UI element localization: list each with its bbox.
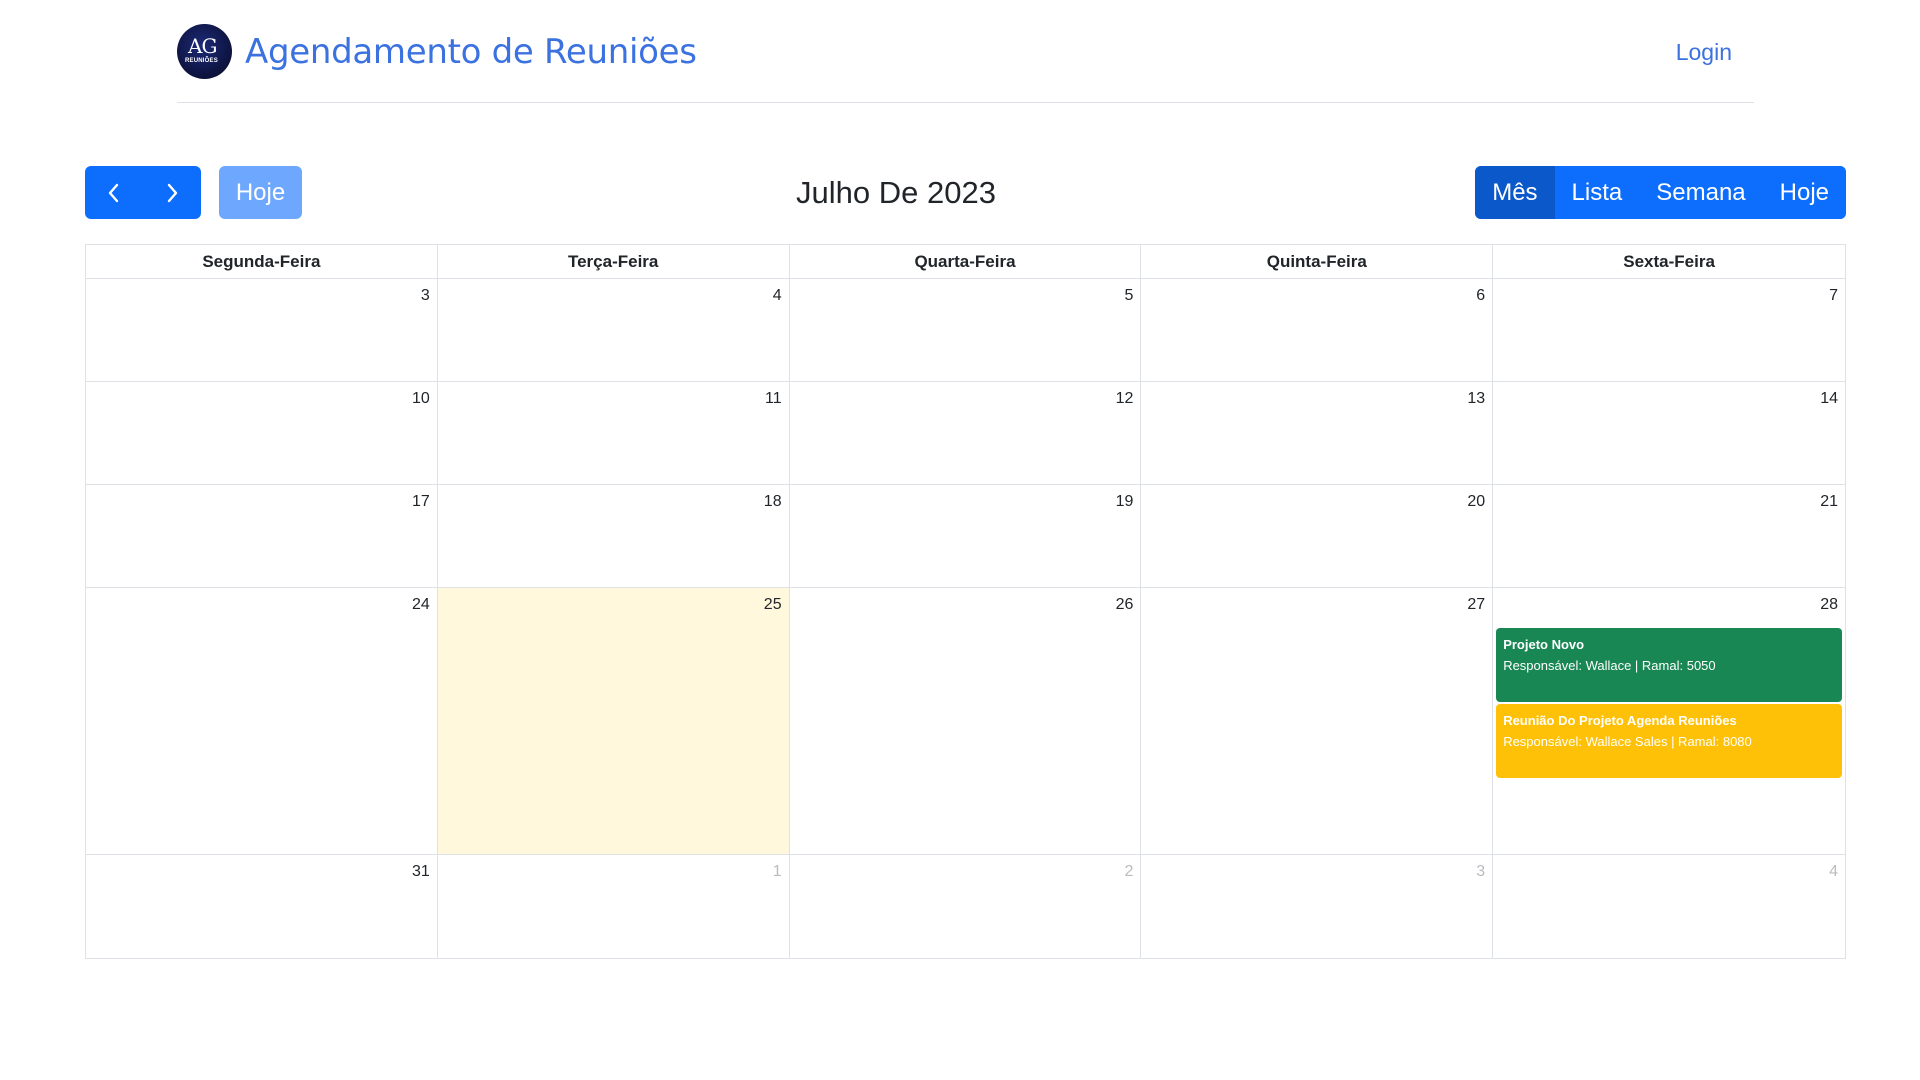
day-cell[interactable]: 18: [438, 485, 790, 587]
week-row: 31 1 2 3 4: [86, 855, 1845, 958]
day-number[interactable]: 4: [1829, 863, 1838, 881]
day-cell-other-month[interactable]: 1: [438, 855, 790, 958]
day-cell[interactable]: 14: [1493, 382, 1845, 484]
day-number[interactable]: 20: [1467, 493, 1485, 511]
day-cell[interactable]: 27: [1141, 588, 1494, 854]
day-cell[interactable]: 11: [438, 382, 790, 484]
day-number[interactable]: 27: [1467, 596, 1485, 614]
day-cell[interactable]: 13: [1141, 382, 1494, 484]
day-number[interactable]: 3: [1476, 863, 1485, 881]
event-projeto-novo[interactable]: Projeto Novo Responsável: Wallace | Rama…: [1496, 628, 1842, 702]
top-navbar: AG REUNIÕES Agendamento de Reuniões Logi…: [177, 22, 1754, 103]
day-cell[interactable]: 31: [86, 855, 438, 958]
day-number[interactable]: 11: [765, 390, 782, 408]
logo-subtext: REUNIÕES: [185, 58, 218, 64]
day-number[interactable]: 12: [1116, 390, 1134, 408]
day-number[interactable]: 31: [412, 863, 430, 881]
brand[interactable]: AG REUNIÕES Agendamento de Reuniões: [177, 24, 697, 79]
day-number[interactable]: 21: [1820, 493, 1838, 511]
weekday-header: Quarta-Feira: [790, 245, 1142, 278]
week-row: 24 25 26 27 28 Projeto Novo Responsável:…: [86, 588, 1845, 855]
event-title: Projeto Novo: [1503, 637, 1585, 652]
day-cell-other-month[interactable]: 2: [790, 855, 1142, 958]
day-number[interactable]: 18: [764, 493, 782, 511]
today-button[interactable]: Hoje: [219, 166, 302, 219]
day-cell[interactable]: 26: [790, 588, 1142, 854]
day-number[interactable]: 1: [773, 863, 782, 881]
day-number[interactable]: 26: [1116, 596, 1134, 614]
day-cell[interactable]: 4: [438, 279, 790, 381]
event-reuniao-projeto[interactable]: Reunião Do Projeto Agenda Reuniões Respo…: [1496, 704, 1842, 778]
day-cell[interactable]: 12: [790, 382, 1142, 484]
app-logo: AG REUNIÕES: [177, 24, 232, 79]
weekday-header: Terça-Feira: [438, 245, 790, 278]
weekday-header: Sexta-Feira: [1623, 252, 1715, 271]
view-month-button[interactable]: Mês: [1475, 166, 1555, 219]
day-cell[interactable]: 7: [1493, 279, 1845, 381]
day-cell[interactable]: 21: [1493, 485, 1845, 587]
login-link[interactable]: Login: [1676, 39, 1732, 66]
view-list-button[interactable]: Lista: [1554, 166, 1640, 219]
day-cell[interactable]: 17: [86, 485, 438, 587]
weekday-header: Quinta-Feira: [1141, 245, 1494, 278]
day-number[interactable]: 5: [1124, 287, 1133, 305]
view-day-button[interactable]: Hoje: [1762, 166, 1846, 219]
logo-initials: AG: [188, 34, 217, 58]
calendar-title: Julho De 2023: [796, 175, 996, 210]
event-description: Responsável: Wallace Sales | Ramal: 8080: [1503, 734, 1752, 749]
event-description: Responsável: Wallace | Ramal: 5050: [1503, 658, 1716, 673]
day-number[interactable]: 28: [1820, 596, 1838, 614]
day-cell[interactable]: 10: [86, 382, 438, 484]
week-row: 3 4 5 6 7: [86, 279, 1845, 382]
view-switcher: Mês Lista Semana Hoje: [1475, 166, 1846, 219]
month-calendar: Segunda-Feira Terça-Feira Quarta-Feira Q…: [85, 244, 1846, 959]
day-cell-other-month[interactable]: 3: [1141, 855, 1494, 958]
chevron-left-icon: [108, 183, 119, 202]
day-number[interactable]: 7: [1829, 287, 1838, 305]
day-cell[interactable]: 5: [790, 279, 1142, 381]
day-cell[interactable]: 6: [1141, 279, 1494, 381]
prev-next-group: [85, 166, 201, 219]
day-number[interactable]: 3: [421, 287, 430, 305]
week-row: 10 11 12 13 14: [86, 382, 1845, 485]
event-title: Reunião Do Projeto Agenda Reuniões: [1503, 713, 1737, 728]
day-cell-today[interactable]: 25: [437, 588, 790, 854]
day-number[interactable]: 19: [1116, 493, 1134, 511]
weekday-header-row: Segunda-Feira Terça-Feira Quarta-Feira Q…: [86, 245, 1845, 279]
day-number[interactable]: 4: [773, 287, 782, 305]
prev-button[interactable]: [85, 166, 143, 219]
weekday-header: Segunda-Feira: [86, 245, 438, 278]
day-number[interactable]: 24: [412, 596, 430, 614]
day-cell[interactable]: 20: [1141, 485, 1494, 587]
day-cell[interactable]: 28 Projeto Novo Responsável: Wallace | R…: [1493, 588, 1845, 854]
view-week-button[interactable]: Semana: [1639, 166, 1763, 219]
app-title[interactable]: Agendamento de Reuniões: [245, 32, 697, 72]
day-cell[interactable]: 19: [790, 485, 1142, 587]
week-row: 17 18 19 20 21: [86, 485, 1845, 588]
day-cell-other-month[interactable]: 4: [1493, 855, 1845, 958]
day-cell[interactable]: 3: [86, 279, 438, 381]
day-number[interactable]: 13: [1467, 390, 1485, 408]
chevron-right-icon: [167, 183, 178, 202]
day-number[interactable]: 25: [764, 596, 782, 614]
calendar-toolbar: Julho De 2023 Hoje Mês Lista Semana Hoje: [85, 166, 1846, 219]
day-number[interactable]: 14: [1820, 390, 1838, 408]
day-cell[interactable]: 24: [86, 588, 438, 854]
day-number[interactable]: 10: [412, 390, 430, 408]
next-button[interactable]: [143, 166, 201, 219]
day-number[interactable]: 17: [412, 493, 430, 511]
day-number[interactable]: 2: [1124, 863, 1133, 881]
day-number[interactable]: 6: [1476, 287, 1485, 305]
